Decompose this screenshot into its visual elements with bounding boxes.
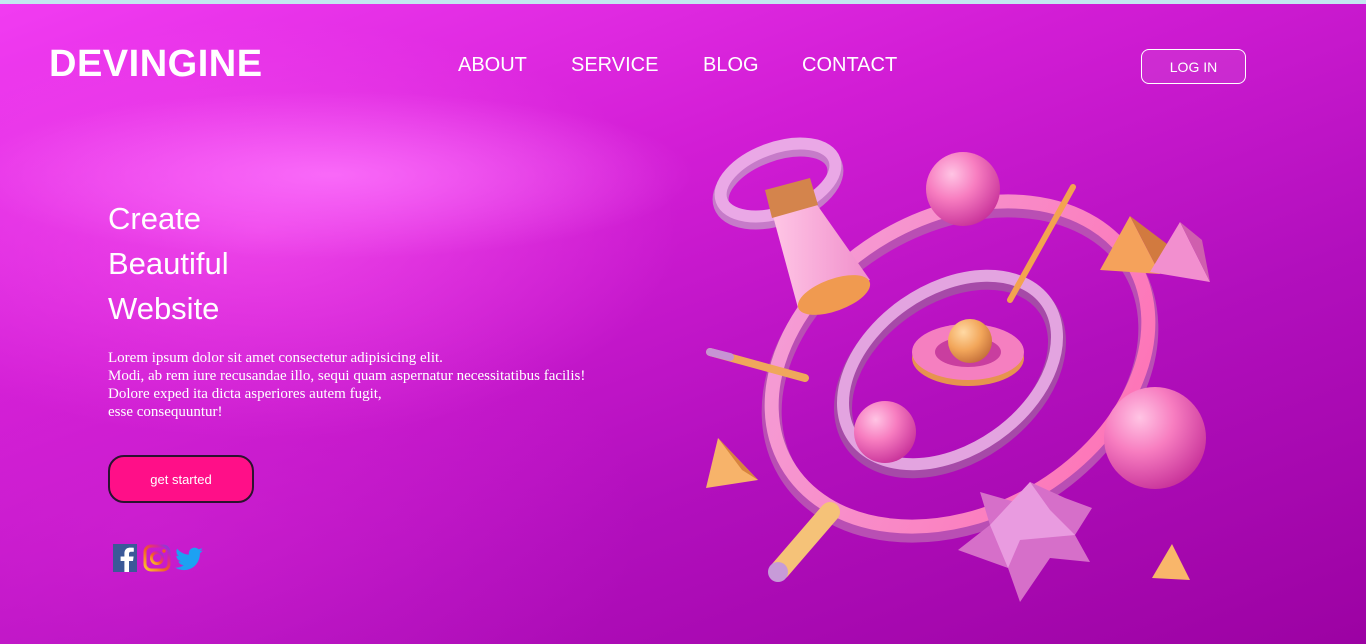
cylinder: [770, 502, 840, 580]
sphere-left: [854, 401, 916, 463]
pyramid-left: [706, 438, 758, 488]
rod-tip: [706, 348, 734, 361]
sphere-top: [926, 152, 1000, 226]
hero-illustration: [706, 137, 1210, 602]
instagram-icon[interactable]: [143, 543, 171, 573]
pyramid-small: [1152, 544, 1190, 580]
center-ball: [948, 319, 992, 363]
headline-line: Website: [108, 291, 220, 326]
hero-headline: Create Beautiful Website: [108, 196, 229, 331]
top-accent-bar: [0, 0, 1366, 4]
nav-service[interactable]: SERVICE: [571, 54, 658, 77]
facebook-icon[interactable]: [112, 543, 140, 573]
cylinder-cap: [768, 562, 788, 582]
login-button[interactable]: LOG IN: [1141, 49, 1246, 84]
headline-line: Create: [108, 201, 202, 236]
nav-about[interactable]: ABOUT: [458, 54, 527, 77]
twitter-icon[interactable]: [174, 543, 204, 573]
headline-line: Beautiful: [108, 246, 229, 281]
nav-contact[interactable]: CONTACT: [802, 54, 897, 77]
hero-description: Lorem ipsum dolor sit amet consectetur a…: [108, 350, 586, 420]
get-started-button[interactable]: get started: [108, 455, 254, 503]
sphere-right: [1104, 387, 1206, 489]
nav-blog[interactable]: BLOG: [703, 54, 759, 77]
brand-logo[interactable]: DEVINGINE: [49, 43, 263, 86]
